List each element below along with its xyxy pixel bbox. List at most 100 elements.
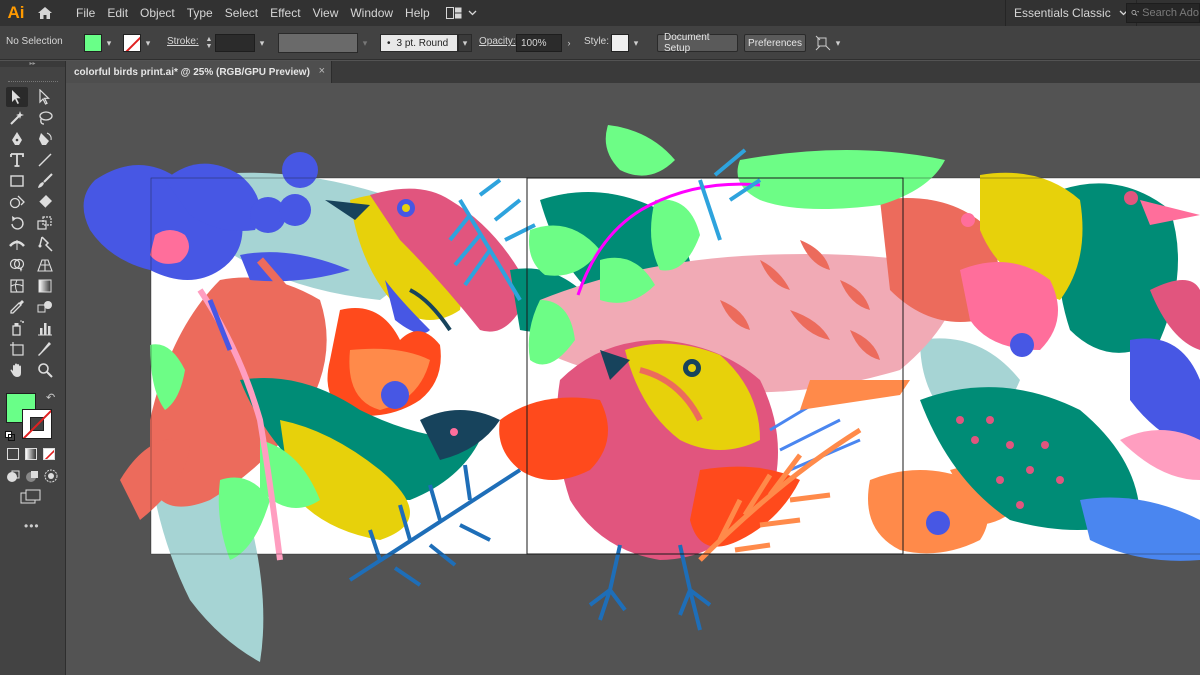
fill-color-control[interactable]: ▾ (84, 34, 116, 52)
graphic-style-swatch[interactable] (611, 34, 629, 52)
selection-tool-icon[interactable] (6, 87, 28, 107)
menu-help[interactable]: Help (399, 0, 436, 26)
home-icon[interactable] (32, 0, 58, 26)
brush-definition-field[interactable]: • 3 pt. Round (380, 34, 458, 52)
eraser-tool-icon[interactable] (34, 192, 56, 212)
screen-mode-icon[interactable] (20, 489, 42, 510)
pen-tool-icon[interactable] (6, 129, 28, 149)
tools-panel: ▸▸ ↶ ••• (0, 61, 66, 675)
brush-definition[interactable]: • 3 pt. Round ▾ (380, 34, 472, 52)
artboard-tool-icon[interactable] (6, 339, 28, 359)
chevron-down-icon[interactable]: ▾ (358, 34, 372, 52)
direct-selection-tool-icon[interactable] (34, 87, 56, 107)
gradient-tool-icon[interactable] (34, 276, 56, 296)
graphic-style-control[interactable]: ▾ (611, 34, 643, 52)
chevron-down-icon[interactable]: ▾ (831, 34, 845, 52)
opacity-control[interactable]: 100% › (516, 34, 576, 52)
transform-icon (815, 35, 831, 51)
none-mode-icon[interactable] (43, 448, 55, 460)
search-icon (1131, 10, 1140, 16)
chevron-right-icon[interactable]: › (562, 34, 576, 52)
paintbrush-tool-icon[interactable] (34, 171, 56, 191)
puppet-warp-tool-icon[interactable] (34, 234, 56, 254)
perspective-grid-tool-icon[interactable] (34, 255, 56, 275)
arrange-documents-button[interactable] (445, 7, 477, 19)
rotate-tool-icon[interactable] (6, 213, 28, 233)
menu-object[interactable]: Object (134, 0, 181, 26)
document-tab-title: colorful birds print.ai* @ 25% (RGB/GPU … (74, 66, 310, 78)
variable-width-profile[interactable]: ▾ (278, 33, 372, 53)
eyedropper-tool-icon[interactable] (6, 297, 28, 317)
menu-type[interactable]: Type (181, 0, 219, 26)
stroke-weight-input[interactable] (215, 34, 255, 52)
rectangle-tool-icon[interactable] (6, 171, 28, 191)
width-profile-preview[interactable] (278, 33, 358, 53)
chevron-down-icon[interactable]: ▾ (458, 34, 472, 52)
default-fill-stroke-icon[interactable] (5, 428, 15, 441)
brush-bullet: • (387, 37, 391, 49)
document-tab[interactable]: colorful birds print.ai* @ 25% (RGB/GPU … (66, 61, 332, 83)
color-mode-icon[interactable] (7, 448, 19, 460)
chevron-down-icon[interactable]: ▾ (255, 34, 269, 52)
width-tool-icon[interactable] (6, 234, 28, 254)
lasso-tool-icon[interactable] (34, 108, 56, 128)
shape-builder-tool-icon[interactable] (6, 255, 28, 275)
panel-grip[interactable]: ▸▸ (0, 61, 65, 67)
stroke-color-control[interactable]: ▾ (123, 34, 155, 52)
menu-window[interactable]: Window (344, 0, 399, 26)
stroke-swatch[interactable] (123, 34, 141, 52)
opacity-label-text[interactable]: Opacity: (479, 36, 516, 47)
close-icon[interactable]: × (319, 65, 325, 77)
search-field[interactable]: Search Ado (1126, 3, 1200, 23)
style-label: Style: (584, 36, 610, 47)
stroke-label[interactable]: Stroke: (167, 36, 199, 47)
draw-normal-icon[interactable] (6, 469, 20, 488)
curvature-tool-icon[interactable] (34, 129, 56, 149)
chevron-down-icon[interactable]: ▾ (629, 34, 643, 52)
panel-divider (8, 81, 58, 83)
line-segment-tool-icon[interactable] (34, 150, 56, 170)
chevron-down-icon[interactable]: ▾ (141, 34, 155, 52)
control-bar: No Selection ▾ ▾ Stroke: ▲ ▼ ▾ ▾ • 3 pt. … (0, 26, 1200, 60)
mesh-tool-icon[interactable] (6, 276, 28, 296)
draw-inside-icon[interactable] (44, 469, 58, 488)
edit-toolbar-icon[interactable]: ••• (24, 519, 40, 533)
symbol-sprayer-tool-icon[interactable] (6, 318, 28, 338)
document-setup-button[interactable]: Document Setup (657, 32, 738, 54)
artwork[interactable] (66, 83, 1200, 675)
opacity-label[interactable]: Opacity: (479, 36, 516, 47)
blend-tool-icon[interactable] (34, 297, 56, 317)
menu-file[interactable]: File (70, 0, 101, 26)
arrange-menu-button[interactable]: ▾ (815, 34, 845, 52)
menu-edit[interactable]: Edit (101, 0, 134, 26)
draw-behind-icon[interactable] (25, 469, 39, 488)
magic-wand-tool-icon[interactable] (6, 108, 28, 128)
column-graph-tool-icon[interactable] (34, 318, 56, 338)
type-tool-icon[interactable] (6, 150, 28, 170)
workspace-switcher[interactable]: Essentials Classic (1005, 0, 1137, 26)
shaper-tool-icon[interactable] (6, 192, 28, 212)
swap-fill-stroke-icon[interactable]: ↶ (46, 391, 55, 404)
chevron-down-icon[interactable]: ▾ (102, 34, 116, 52)
fill-stroke-widget: ↶ (4, 391, 58, 443)
scale-tool-icon[interactable] (34, 213, 56, 233)
stepper-arrows-icon[interactable]: ▲ ▼ (203, 34, 215, 52)
hand-tool-icon[interactable] (6, 360, 28, 380)
document-tab-bar: colorful birds print.ai* @ 25% (RGB/GPU … (66, 61, 1200, 83)
opacity-input[interactable]: 100% (516, 34, 562, 52)
preferences-button[interactable]: Preferences (744, 34, 806, 52)
menu-view[interactable]: View (307, 0, 345, 26)
gradient-mode-icon[interactable] (25, 448, 37, 460)
menu-effect[interactable]: Effect (264, 0, 306, 26)
stroke-weight-stepper[interactable]: ▲ ▼ ▾ (203, 34, 269, 52)
slice-tool-icon[interactable] (34, 339, 56, 359)
brush-name: 3 pt. Round (396, 37, 449, 49)
fill-swatch[interactable] (84, 34, 102, 52)
search-placeholder: Search Ado (1142, 7, 1199, 19)
menu-select[interactable]: Select (219, 0, 264, 26)
canvas[interactable] (66, 83, 1200, 675)
app-logo: Ai (7, 3, 25, 22)
stroke-label-text[interactable]: Stroke: (167, 36, 199, 47)
stroke-color-box[interactable] (22, 409, 52, 439)
zoom-tool-icon[interactable] (34, 360, 56, 380)
